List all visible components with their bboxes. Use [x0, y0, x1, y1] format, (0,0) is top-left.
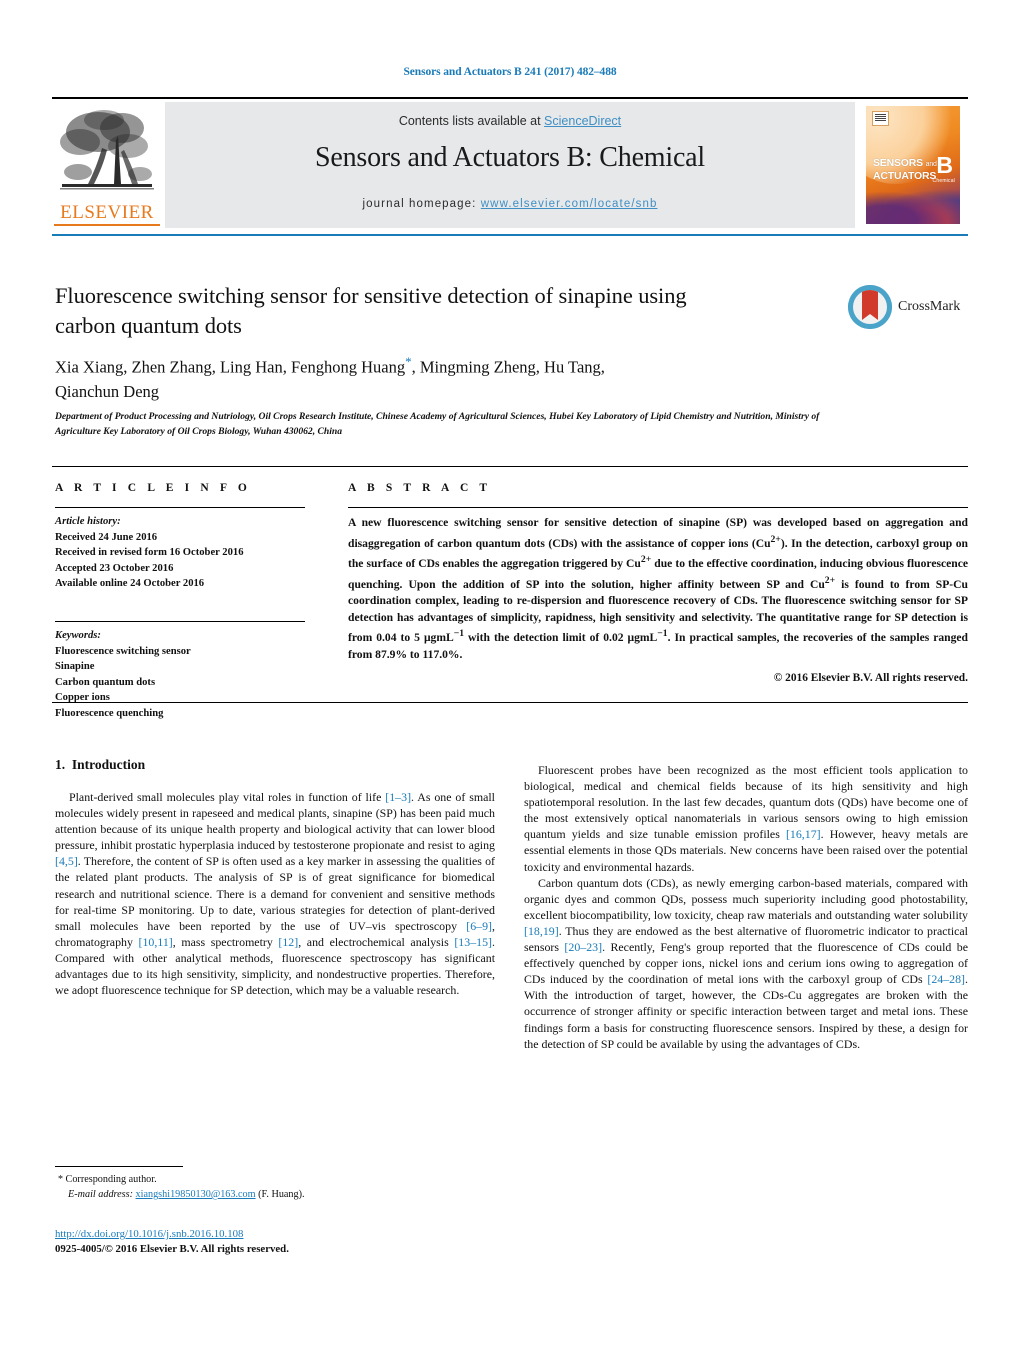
cover-volume-letter: B	[936, 152, 953, 178]
elsevier-wordmark: ELSEVIER	[60, 202, 154, 223]
paragraph: Fluorescent probes have been recognized …	[524, 763, 968, 874]
journal-cover-thumbnail: SENSORS and ACTUATORS B Chemical	[858, 102, 968, 228]
cover-title-text: SENSORS and ACTUATORS	[873, 157, 937, 182]
corresponding-marker: *	[58, 1174, 63, 1185]
abstract-copyright: © 2016 Elsevier B.V. All rights reserved…	[773, 672, 968, 685]
sciencedirect-link[interactable]: ScienceDirect	[544, 114, 621, 128]
keywords-label: Keywords:	[55, 630, 101, 642]
doi-link[interactable]: http://dx.doi.org/10.1016/j.snb.2016.10.…	[55, 1228, 243, 1240]
crossmark-flag-icon	[862, 290, 878, 320]
email-owner: (F. Huang).	[258, 1189, 305, 1200]
cover-line2: ACTUATORS	[873, 169, 937, 182]
elsevier-badge-icon	[872, 111, 889, 126]
keywords-rule	[55, 620, 305, 623]
contents-line: Contents lists available at ScienceDirec…	[165, 114, 855, 128]
keyword-item: Fluorescence switching sensor	[55, 645, 191, 657]
paper-title: Fluorescence switching sensor for sensit…	[55, 283, 687, 338]
author-affiliation: Department of Product Processing and Nut…	[55, 411, 820, 437]
body-column-right: Fluorescent probes have been recognized …	[524, 762, 968, 1052]
elsevier-underline	[54, 224, 160, 226]
running-head: Sensors and Actuators B 241 (2017) 482–4…	[403, 66, 617, 78]
email-label: E-mail address:	[68, 1189, 133, 1200]
cover-bottom-artwork	[866, 186, 960, 224]
history-item: Received in revised form 16 October 2016	[55, 547, 244, 559]
cover-line1: SENSORS	[873, 157, 923, 169]
corresponding-author-note: * Corresponding author.	[58, 1172, 498, 1187]
history-item: Available online 24 October 2016	[55, 578, 205, 590]
cover-artwork: SENSORS and ACTUATORS B Chemical	[866, 106, 960, 224]
footnote-block: * Corresponding author. E-mail address: …	[58, 1172, 498, 1202]
paragraph: Plant-derived small molecules play vital…	[55, 790, 495, 998]
article-info-heading: A R T I C L E I N F O	[55, 482, 251, 494]
homepage-label: journal homepage:	[362, 198, 477, 210]
keyword-item: Sinapine	[55, 661, 95, 673]
homepage-link[interactable]: www.elsevier.com/locate/snb	[481, 198, 658, 210]
keyword-item: Fluorescence quenching	[55, 707, 164, 719]
header-rule	[52, 97, 968, 99]
crossmark-label: CrossMark	[898, 299, 961, 314]
section-heading-introduction: 1. Introduction	[55, 757, 145, 773]
keyword-item: Carbon quantum dots	[55, 676, 156, 688]
info-top-rule	[52, 466, 968, 468]
journal-title: Sensors and Actuators B: Chemical	[314, 142, 705, 173]
body-column-left: Plant-derived small molecules play vital…	[55, 789, 495, 998]
article-info-rule	[55, 507, 305, 509]
abstract-bottom-rule	[52, 702, 968, 704]
abstract-rule	[348, 507, 968, 509]
footnote-rule	[55, 1166, 183, 1168]
email-link[interactable]: xiangshi19850130@163.com	[136, 1189, 256, 1200]
authors-part2: , Mingming Zheng, Hu Tang,	[411, 357, 605, 377]
paragraph: Carbon quantum dots (CDs), as newly emer…	[524, 875, 968, 1051]
article-info-column: A R T I C L E I N F O Article history: R…	[55, 482, 305, 721]
authors-part1: Xia Xiang, Zhen Zhang, Ling Han, Fenghon…	[55, 357, 406, 377]
cover-and: and	[925, 161, 937, 168]
journal-masthead: ELSEVIER Contents lists available at Sci…	[52, 102, 968, 228]
masthead-band: Contents lists available at ScienceDirec…	[165, 102, 855, 228]
crossmark-icon	[848, 285, 892, 329]
abstract-heading: A B S T R A C T	[348, 482, 492, 494]
section-number: 1.	[55, 757, 66, 772]
journal-homepage: journal homepage: www.elsevier.com/locat…	[165, 198, 855, 210]
authors-part3: Qianchun Deng	[55, 381, 160, 401]
email-note: E-mail address: xiangshi19850130@163.com…	[58, 1187, 498, 1202]
history-item: Received 24 June 2016	[55, 531, 158, 543]
elsevier-logo: ELSEVIER	[52, 102, 162, 228]
crossmark-badge[interactable]: CrossMark	[848, 285, 968, 337]
contents-prefix: Contents lists available at	[398, 114, 545, 128]
elsevier-tree-icon	[60, 110, 154, 190]
crossmark-icon-inner	[853, 290, 887, 324]
masthead-bottom-rule	[52, 234, 968, 237]
history-item: Accepted 23 October 2016	[55, 562, 174, 574]
corresponding-label: Corresponding author.	[65, 1174, 157, 1185]
section-title: Introduction	[71, 757, 146, 772]
cover-volume-sub: Chemical	[932, 178, 955, 184]
abstract-text: A new fluorescence switching sensor for …	[348, 516, 969, 661]
paper-page: Sensors and Actuators B 241 (2017) 482–4…	[0, 0, 1020, 1351]
article-history-label: Article history:	[55, 516, 121, 528]
issn-copyright-line: 0925-4005/© 2016 Elsevier B.V. All right…	[55, 1243, 289, 1255]
author-list: Xia Xiang, Zhen Zhang, Ling Han, Fenghon…	[55, 350, 775, 404]
abstract-column: A B S T R A C T A new fluorescence switc…	[348, 482, 968, 684]
